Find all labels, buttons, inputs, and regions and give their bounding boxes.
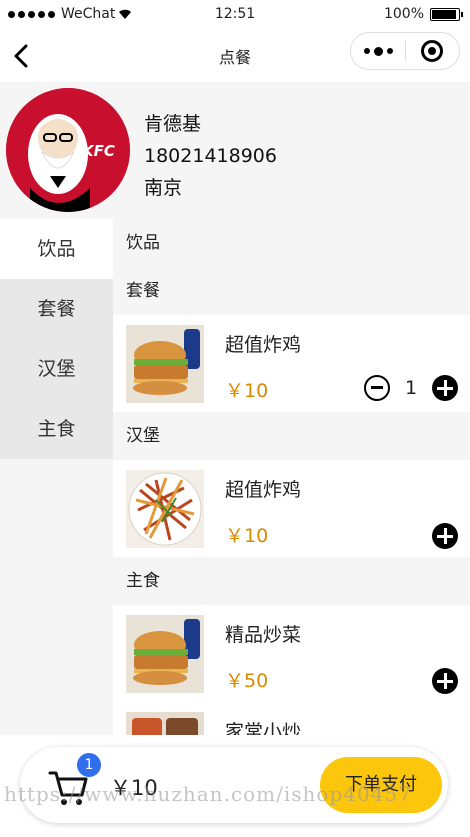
menu-item[interactable]: 家常小炒 (113, 702, 470, 735)
menu-list: 饮品 套餐 超值炸鸡 ￥10 1 汉堡 超值炸鸡 ￥10 主食 精品炒菜 ￥50… (113, 219, 470, 735)
category-tab-drinks[interactable]: 饮品 (0, 219, 113, 279)
item-price: ￥10 (225, 380, 269, 402)
category-tab-burgers[interactable]: 汉堡 (0, 339, 113, 399)
food-thumbnail (126, 325, 204, 403)
cart-bar: 1 ￥10 下单支付 (0, 735, 470, 837)
cart-total: ￥10 (110, 776, 158, 800)
status-bar: WeChat 12:51 100% (0, 0, 470, 30)
logo-text: KFC (82, 142, 115, 160)
back-arrow-icon[interactable] (10, 42, 34, 70)
plus-circle-icon[interactable] (432, 668, 458, 694)
category-sidebar: 饮品 套餐 汉堡 主食 (0, 219, 113, 735)
cart-summary: 1 ￥10 下单支付 (20, 747, 448, 823)
menu-item[interactable]: 精品炒菜 ￥50 (113, 605, 470, 702)
item-price: ￥10 (225, 525, 269, 547)
section-title: 主食 (126, 571, 160, 591)
item-name: 家常小炒 (225, 721, 302, 735)
shop-logo: KFC (6, 88, 130, 212)
section-title: 套餐 (126, 281, 160, 301)
shop-header: KFC 肯德基 18021418906 南京 (0, 82, 470, 219)
close-mini-program-button[interactable] (406, 33, 459, 69)
item-name: 精品炒菜 (225, 624, 302, 646)
battery-icon (430, 7, 463, 21)
more-dot-icon (373, 46, 383, 56)
more-menu-button[interactable] (351, 33, 405, 69)
plus-circle-icon[interactable] (432, 375, 458, 401)
more-dot-icon (386, 48, 393, 54)
quantity-stepper: 1 (364, 375, 458, 401)
battery-percent: 100% (383, 6, 424, 22)
food-thumbnail (126, 712, 204, 735)
item-quantity: 1 (404, 377, 418, 399)
target-icon (421, 40, 444, 62)
shop-phone: 18021418906 (144, 145, 277, 167)
minus-circle-icon[interactable] (364, 375, 390, 401)
menu-item[interactable]: 超值炸鸡 ￥10 (113, 460, 470, 557)
section-title: 饮品 (126, 233, 160, 253)
item-name: 超值炸鸡 (225, 479, 302, 501)
food-thumbnail (126, 615, 204, 693)
food-thumbnail (126, 470, 204, 548)
item-price: ￥50 (225, 670, 269, 692)
shop-city: 南京 (144, 177, 183, 199)
mini-program-capsule (350, 32, 460, 70)
cart-count-badge: 1 (77, 753, 101, 777)
category-tab-combos[interactable]: 套餐 (0, 279, 113, 339)
shop-name: 肯德基 (144, 113, 202, 135)
category-tab-staples[interactable]: 主食 (0, 399, 113, 459)
item-name: 超值炸鸡 (225, 334, 302, 356)
section-title: 汉堡 (126, 426, 160, 446)
menu-item[interactable]: 超值炸鸡 ￥10 1 (113, 315, 470, 412)
checkout-button[interactable]: 下单支付 (320, 757, 442, 813)
nav-bar: 点餐 (0, 30, 470, 82)
plus-circle-icon[interactable] (432, 523, 458, 549)
more-dot-icon (363, 48, 370, 54)
